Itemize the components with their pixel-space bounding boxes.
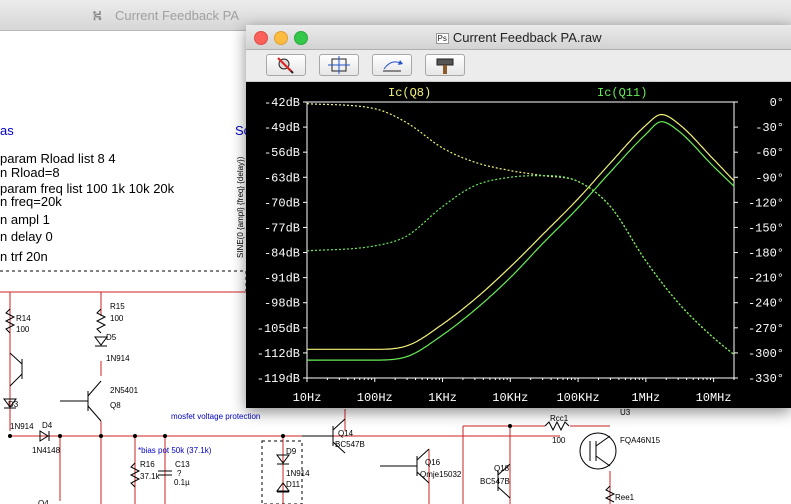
component-label: Rcc1	[550, 414, 569, 423]
y-right-tick-label: -180°	[748, 247, 784, 261]
component-label: R16	[140, 460, 155, 469]
waveform-toolbar	[246, 50, 791, 82]
y-left-tick-label: -84dB	[264, 247, 300, 261]
component-label: C13	[175, 460, 190, 469]
component-label: D11	[286, 480, 301, 489]
sine-source-text: SINE(0 {ampl} {freq} {delay})	[236, 156, 245, 258]
y-left-tick-label: -70dB	[264, 196, 300, 210]
x-tick-label: 100Hz	[357, 391, 393, 405]
y-right-tick-label: -30°	[755, 121, 784, 135]
raw-file-icon: Ps	[435, 33, 449, 44]
pan-icon	[383, 60, 403, 72]
component-value: 1N914	[10, 422, 34, 431]
directive-line[interactable]: n delay 0	[0, 229, 53, 244]
directive-line[interactable]: n Rload=8	[0, 165, 60, 180]
directive-line[interactable]: n ampl 1	[0, 212, 50, 227]
y-left-tick-label: -105dB	[257, 322, 300, 336]
background-window-title: Current Feedback PA	[115, 8, 240, 23]
y-right-tick-label: -270°	[748, 322, 784, 336]
component-label: Q8	[110, 401, 121, 410]
component-label: Q14	[338, 429, 354, 438]
trace-icq8-magnitude[interactable]	[307, 113, 735, 350]
probe-hammer-icon	[436, 58, 454, 74]
component-value: 0.1µ	[174, 478, 190, 487]
component-label: D4	[42, 421, 53, 430]
autorange-button[interactable]	[319, 54, 359, 76]
component-value: 37.1k	[140, 472, 160, 481]
trace-icq11-phase[interactable]	[306, 174, 735, 356]
y-right-tick-label: -330°	[748, 372, 784, 386]
waveform-window-titlebar[interactable]: Ps Current Feedback PA.raw	[246, 25, 791, 50]
x-tick-label: 10KHz	[492, 391, 528, 405]
plot-frame	[306, 101, 735, 379]
component-value: 1N4148	[32, 446, 61, 455]
y-right-tick-label: -60°	[755, 146, 784, 160]
waveform-window-title: Current Feedback PA.raw	[452, 30, 602, 45]
component-value: 100	[110, 314, 124, 323]
x-tick-label: 1KHz	[428, 391, 457, 405]
y-right-tick-label: -90°	[755, 171, 784, 185]
waveform-window[interactable]: Ps Current Feedback PA.raw 10Hz 100Hz 1KHz 1…	[246, 25, 791, 408]
component-label: R15	[110, 302, 125, 311]
y-right-tick-label: -300°	[748, 347, 784, 361]
autorange-icon	[328, 56, 350, 74]
directive-line[interactable]: n trf 20n	[0, 249, 48, 264]
y-left-tick-label: -63dB	[264, 171, 300, 185]
y-right-tick-label: -240°	[748, 297, 784, 311]
component-label: Ree1	[615, 493, 635, 502]
component-value: 100	[552, 436, 566, 445]
annotation-text: mosfet voltage protection	[171, 412, 261, 421]
zoom-cancel-icon	[277, 57, 294, 74]
y-right-tick-label: 0°	[770, 96, 784, 110]
component-value: 1N914	[106, 354, 130, 363]
component-value: 1N914	[286, 469, 310, 478]
y-left-tick-label: -119dB	[257, 372, 300, 386]
component-value: FQA46N15	[620, 436, 661, 445]
component-label: D5	[106, 333, 117, 342]
directive-header-left: as	[0, 123, 14, 138]
y-right-tick-label: -210°	[748, 272, 784, 286]
x-tick-label: 1MHz	[631, 391, 660, 405]
y-left-tick-label: -49dB	[264, 121, 300, 135]
component-label: Q18	[494, 464, 510, 473]
y-right-tick-label: -150°	[748, 221, 784, 235]
legend-ic-q8[interactable]: Ic(Q8)	[388, 86, 431, 100]
trace-icq8-phase[interactable]	[306, 103, 735, 356]
component-label: D9	[286, 447, 297, 456]
y-left-tick-label: -112dB	[257, 347, 300, 361]
y-right-tick-label: -120°	[748, 196, 784, 210]
probe-button[interactable]	[425, 54, 465, 76]
component-value: ?	[177, 469, 182, 478]
y-left-tick-label: -91dB	[264, 272, 300, 286]
trace-icq11-magnitude[interactable]	[307, 121, 735, 361]
component-value: 2N5401	[110, 386, 139, 395]
component-label: Q16	[425, 458, 441, 467]
x-tick-label: 100KHz	[556, 391, 599, 405]
waveform-plot[interactable]: 10Hz 100Hz 1KHz 10KHz 100KHz 1MHz 10MHz -42dB -…	[246, 82, 791, 408]
x-tick-label: 10MHz	[696, 391, 732, 405]
y-left-tick-label: -42dB	[264, 96, 300, 110]
y-left-tick-label: -56dB	[264, 146, 300, 160]
directive-line[interactable]: param Rload list 8 4	[0, 151, 116, 166]
ltspice-app-icon: ⛕	[92, 7, 103, 23]
directive-line[interactable]: n freq=20k	[0, 194, 62, 209]
x-tick-label: 10Hz	[293, 391, 322, 405]
legend-ic-q11[interactable]: Ic(Q11)	[597, 86, 647, 100]
pan-button[interactable]	[372, 54, 412, 76]
component-label: R14	[16, 314, 31, 323]
zoom-cancel-button[interactable]	[266, 54, 306, 76]
component-value: 100	[16, 325, 30, 334]
sine-source-label: SINE(0 {ampl} {freq} {delay})	[236, 156, 245, 258]
annotation-text: *bias pot 50k (37.1k)	[138, 446, 212, 455]
y-left-tick-label: -98dB	[264, 297, 300, 311]
component-label: Q4	[38, 499, 49, 504]
component-label: D3	[8, 400, 19, 409]
component-label: U3	[620, 408, 631, 417]
component-value: Qmje15032	[420, 470, 462, 479]
component-value: BC547B	[335, 440, 365, 449]
component-value: BC547B	[480, 477, 510, 486]
y-left-tick-label: -77dB	[264, 221, 300, 235]
